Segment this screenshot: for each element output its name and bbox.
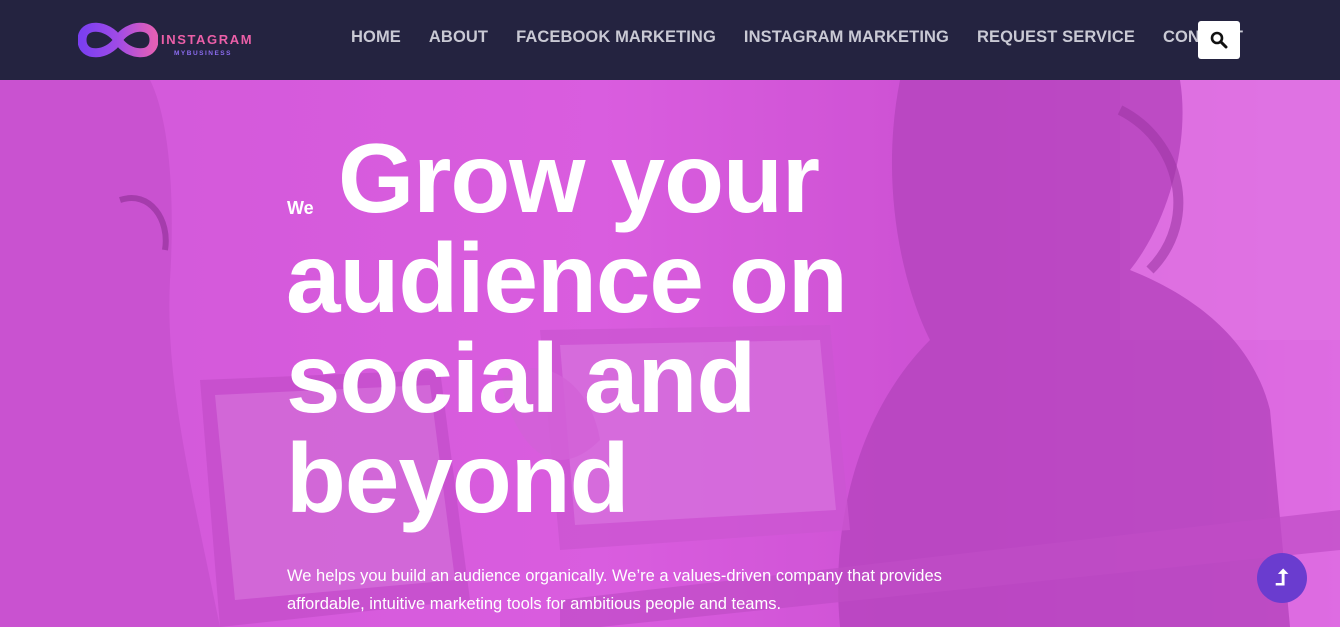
hero-description: We helps you build an audience organical… <box>287 562 1027 618</box>
hero-description-line-2: affordable, intuitive marketing tools fo… <box>287 595 782 613</box>
nav-instagram-marketing[interactable]: INSTAGRAM MARKETING <box>744 28 949 47</box>
headline-line-1: Grow your <box>338 123 820 233</box>
brand-tagline: MYBUSINESS <box>174 50 232 57</box>
hero-headline: Grow your audience on social and beyond <box>286 128 1046 528</box>
search-button[interactable] <box>1198 21 1240 59</box>
nav-home[interactable]: HOME <box>351 28 401 47</box>
nav-facebook-marketing[interactable]: FACEBOOK MARKETING <box>516 28 716 47</box>
headline-line-2: audience on <box>286 223 848 333</box>
main-nav: HOME ABOUT FACEBOOK MARKETING INSTAGRAM … <box>351 28 1271 47</box>
arrow-up-icon: ⮥ <box>1275 565 1289 590</box>
headline-line-4: beyond <box>286 423 629 533</box>
infinity-logo-icon <box>78 22 158 58</box>
nav-about[interactable]: ABOUT <box>429 28 488 47</box>
search-icon <box>1210 31 1228 49</box>
back-to-top-button[interactable]: ⮥ <box>1257 553 1307 603</box>
brand-logo[interactable]: INSTAGRAM MYBUSINESS <box>78 14 268 66</box>
hero-description-line-1: We helps you build an audience organical… <box>287 567 942 585</box>
headline-line-3: social and <box>286 323 756 433</box>
brand-name: INSTAGRAM <box>161 32 254 47</box>
nav-request-service[interactable]: REQUEST SERVICE <box>977 28 1135 47</box>
site-header: INSTAGRAM MYBUSINESS HOME ABOUT FACEBOOK… <box>0 0 1340 80</box>
